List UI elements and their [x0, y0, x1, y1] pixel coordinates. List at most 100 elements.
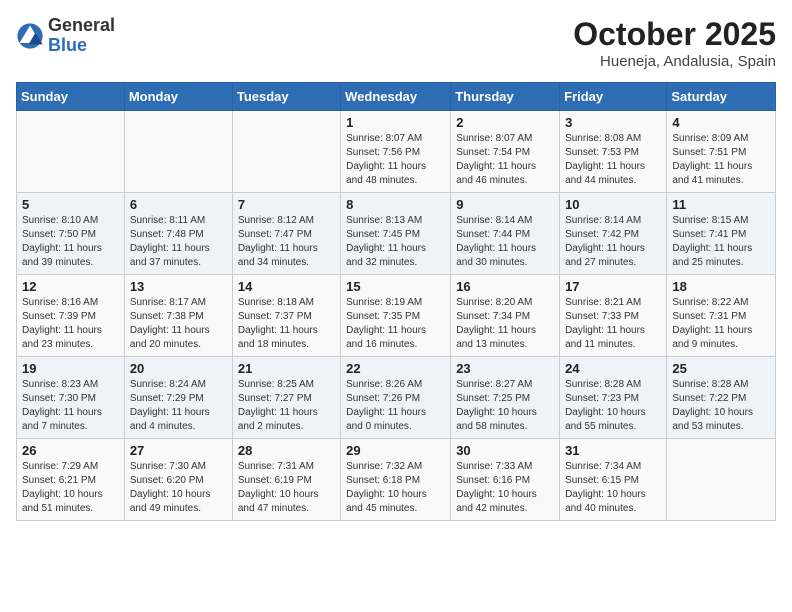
calendar-cell: [667, 439, 776, 521]
calendar-week-row: 26 Sunrise: 7:29 AM Sunset: 6:21 PM Dayli…: [17, 439, 776, 521]
calendar-cell: 2 Sunrise: 8:07 AM Sunset: 7:54 PM Daylig…: [451, 111, 560, 193]
day-info: Sunrise: 7:33 AM Sunset: 6:16 PM Dayligh…: [456, 461, 537, 514]
calendar-cell: 23 Sunrise: 8:27 AM Sunset: 7:25 PM Dayli…: [451, 357, 560, 439]
day-number: 14: [238, 279, 335, 294]
day-info: Sunrise: 7:34 AM Sunset: 6:15 PM Dayligh…: [565, 461, 646, 514]
day-info: Sunrise: 8:26 AM Sunset: 7:26 PM Dayligh…: [346, 379, 426, 432]
day-info: Sunrise: 8:25 AM Sunset: 7:27 PM Dayligh…: [238, 379, 318, 432]
day-number: 23: [456, 361, 554, 376]
day-number: 21: [238, 361, 335, 376]
day-info: Sunrise: 8:14 AM Sunset: 7:42 PM Dayligh…: [565, 215, 645, 268]
day-number: 8: [346, 197, 445, 212]
day-number: 28: [238, 443, 335, 458]
calendar-cell: 16Sunrise: 8:20 AM Sunset: 7:34 PM Dayli…: [451, 275, 560, 357]
calendar-cell: 24Sunrise: 8:28 AM Sunset: 7:23 PM Dayli…: [560, 357, 667, 439]
weekday-header-sunday: Sunday: [17, 83, 125, 111]
location: Hueneja, Andalusia, Spain: [573, 53, 776, 70]
day-number: 20: [130, 361, 227, 376]
day-info: Sunrise: 8:23 AM Sunset: 7:30 PM Dayligh…: [22, 379, 102, 432]
day-info: Sunrise: 8:11 AM Sunset: 7:48 PM Dayligh…: [130, 215, 210, 268]
calendar-cell: 15Sunrise: 8:19 AM Sunset: 7:35 PM Dayli…: [341, 275, 451, 357]
calendar-cell: 20Sunrise: 8:24 AM Sunset: 7:29 PM Dayli…: [124, 357, 232, 439]
logo-general: General: [48, 16, 115, 36]
calendar-cell: 28Sunrise: 7:31 AM Sunset: 6:19 PM Dayli…: [232, 439, 340, 521]
weekday-header-saturday: Saturday: [667, 83, 776, 111]
calendar-cell: 7Sunrise: 8:12 AM Sunset: 7:47 PM Daylig…: [232, 193, 340, 275]
calendar-cell: 19 Sunrise: 8:23 AM Sunset: 7:30 PM Dayli…: [17, 357, 125, 439]
day-info: Sunrise: 8:27 AM Sunset: 7:25 PM Dayligh…: [456, 379, 537, 432]
day-number: 25: [672, 361, 770, 376]
day-number: 13: [130, 279, 227, 294]
calendar-cell: 12 Sunrise: 8:16 AM Sunset: 7:39 PM Dayli…: [17, 275, 125, 357]
calendar-table: SundayMondayTuesdayWednesdayThursdayFrid…: [16, 82, 776, 521]
calendar-cell: 29 Sunrise: 7:32 AM Sunset: 6:18 PM Dayli…: [341, 439, 451, 521]
weekday-header-thursday: Thursday: [451, 83, 560, 111]
day-number: 3: [565, 115, 661, 130]
day-number: 15: [346, 279, 445, 294]
calendar-cell: 14 Sunrise: 8:18 AM Sunset: 7:37 PM Dayli…: [232, 275, 340, 357]
calendar-week-row: 5 Sunrise: 8:10 AM Sunset: 7:50 PM Daylig…: [17, 193, 776, 275]
day-number: 11: [672, 197, 770, 212]
day-number: 29: [346, 443, 445, 458]
weekday-header-wednesday: Wednesday: [341, 83, 451, 111]
day-info: Sunrise: 8:08 AM Sunset: 7:53 PM Dayligh…: [565, 133, 645, 186]
day-number: 27: [130, 443, 227, 458]
calendar-week-row: 19 Sunrise: 8:23 AM Sunset: 7:30 PM Dayli…: [17, 357, 776, 439]
day-number: 18: [672, 279, 770, 294]
day-info: Sunrise: 8:18 AM Sunset: 7:37 PM Dayligh…: [238, 297, 318, 350]
day-number: 30: [456, 443, 554, 458]
day-number: 7: [238, 197, 335, 212]
day-info: Sunrise: 8:10 AM Sunset: 7:50 PM Dayligh…: [22, 215, 102, 268]
day-info: Sunrise: 7:30 AM Sunset: 6:20 PM Dayligh…: [130, 461, 211, 514]
calendar-cell: 6 Sunrise: 8:11 AM Sunset: 7:48 PM Daylig…: [124, 193, 232, 275]
logo: General Blue: [16, 16, 115, 56]
calendar-cell: [232, 111, 340, 193]
calendar-cell: 1 Sunrise: 8:07 AM Sunset: 7:56 PM Daylig…: [341, 111, 451, 193]
page-header: General Blue October 2025 Hueneja, Andal…: [16, 16, 776, 70]
day-info: Sunrise: 8:21 AM Sunset: 7:33 PM Dayligh…: [565, 297, 645, 350]
day-info: Sunrise: 8:17 AM Sunset: 7:38 PM Dayligh…: [130, 297, 210, 350]
weekday-header-row: SundayMondayTuesdayWednesdayThursdayFrid…: [17, 83, 776, 111]
calendar-cell: 27 Sunrise: 7:30 AM Sunset: 6:20 PM Dayli…: [124, 439, 232, 521]
weekday-header-friday: Friday: [560, 83, 667, 111]
day-info: Sunrise: 8:16 AM Sunset: 7:39 PM Dayligh…: [22, 297, 102, 350]
day-info: Sunrise: 8:09 AM Sunset: 7:51 PM Dayligh…: [672, 133, 752, 186]
day-number: 1: [346, 115, 445, 130]
calendar-cell: 11 Sunrise: 8:15 AM Sunset: 7:41 PM Dayli…: [667, 193, 776, 275]
day-info: Sunrise: 7:32 AM Sunset: 6:18 PM Dayligh…: [346, 461, 427, 514]
calendar-cell: 25 Sunrise: 8:28 AM Sunset: 7:22 PM Dayli…: [667, 357, 776, 439]
day-info: Sunrise: 7:29 AM Sunset: 6:21 PM Dayligh…: [22, 461, 103, 514]
calendar-cell: 30 Sunrise: 7:33 AM Sunset: 6:16 PM Dayli…: [451, 439, 560, 521]
day-info: Sunrise: 8:13 AM Sunset: 7:45 PM Dayligh…: [346, 215, 426, 268]
title-block: October 2025 Hueneja, Andalusia, Spain: [573, 16, 776, 70]
calendar-cell: 21 Sunrise: 8:25 AM Sunset: 7:27 PM Dayli…: [232, 357, 340, 439]
calendar-cell: 31Sunrise: 7:34 AM Sunset: 6:15 PM Dayli…: [560, 439, 667, 521]
calendar-week-row: 12 Sunrise: 8:16 AM Sunset: 7:39 PM Dayli…: [17, 275, 776, 357]
day-info: Sunrise: 8:07 AM Sunset: 7:56 PM Dayligh…: [346, 133, 426, 186]
calendar-cell: 9Sunrise: 8:14 AM Sunset: 7:44 PM Daylig…: [451, 193, 560, 275]
day-info: Sunrise: 8:15 AM Sunset: 7:41 PM Dayligh…: [672, 215, 752, 268]
calendar-cell: 8 Sunrise: 8:13 AM Sunset: 7:45 PM Daylig…: [341, 193, 451, 275]
calendar-cell: 3 Sunrise: 8:08 AM Sunset: 7:53 PM Daylig…: [560, 111, 667, 193]
calendar-cell: 13 Sunrise: 8:17 AM Sunset: 7:38 PM Dayli…: [124, 275, 232, 357]
logo-text: General Blue: [48, 16, 115, 56]
day-number: 4: [672, 115, 770, 130]
day-number: 12: [22, 279, 119, 294]
day-number: 5: [22, 197, 119, 212]
day-number: 26: [22, 443, 119, 458]
calendar-cell: 5 Sunrise: 8:10 AM Sunset: 7:50 PM Daylig…: [17, 193, 125, 275]
day-info: Sunrise: 8:22 AM Sunset: 7:31 PM Dayligh…: [672, 297, 752, 350]
day-info: Sunrise: 8:07 AM Sunset: 7:54 PM Dayligh…: [456, 133, 536, 186]
day-info: Sunrise: 8:28 AM Sunset: 7:22 PM Dayligh…: [672, 379, 753, 432]
calendar-cell: 18 Sunrise: 8:22 AM Sunset: 7:31 PM Dayli…: [667, 275, 776, 357]
day-number: 22: [346, 361, 445, 376]
day-number: 6: [130, 197, 227, 212]
day-number: 19: [22, 361, 119, 376]
weekday-header-tuesday: Tuesday: [232, 83, 340, 111]
day-number: 10: [565, 197, 661, 212]
day-number: 9: [456, 197, 554, 212]
day-number: 2: [456, 115, 554, 130]
day-number: 16: [456, 279, 554, 294]
calendar-cell: 4 Sunrise: 8:09 AM Sunset: 7:51 PM Daylig…: [667, 111, 776, 193]
calendar-cell: 22 Sunrise: 8:26 AM Sunset: 7:26 PM Dayli…: [341, 357, 451, 439]
